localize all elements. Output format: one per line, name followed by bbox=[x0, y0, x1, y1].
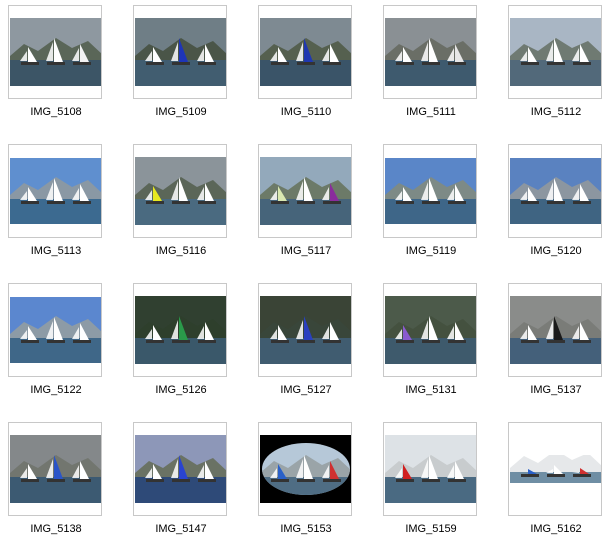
photo-thumbnail[interactable] bbox=[510, 296, 601, 364]
thumbnail-filename[interactable]: IMG_5153 bbox=[244, 523, 368, 535]
thumbnail-item[interactable]: IMG_5138 bbox=[4, 419, 124, 547]
thumbnail-frame[interactable] bbox=[8, 5, 102, 99]
thumbnail-filename[interactable]: IMG_5137 bbox=[494, 384, 613, 396]
thumbnail-item[interactable]: IMG_5162 bbox=[504, 419, 613, 547]
photo-thumbnail[interactable] bbox=[10, 435, 101, 503]
thumbnail-frame[interactable] bbox=[258, 422, 352, 516]
thumbnail-item[interactable]: IMG_5131 bbox=[379, 280, 499, 408]
photo-thumbnail[interactable] bbox=[260, 435, 351, 503]
photo-thumbnail[interactable] bbox=[260, 296, 351, 364]
thumbnail-frame[interactable] bbox=[8, 144, 102, 238]
thumbnail-item[interactable]: IMG_5120 bbox=[504, 141, 613, 269]
photo-thumbnail[interactable] bbox=[510, 18, 601, 86]
thumbnail-frame[interactable] bbox=[133, 5, 227, 99]
thumbnail-frame[interactable] bbox=[508, 283, 602, 377]
thumbnail-frame[interactable] bbox=[258, 144, 352, 238]
photo-thumbnail[interactable] bbox=[10, 158, 101, 224]
thumbnail-filename[interactable]: IMG_5138 bbox=[0, 523, 118, 535]
photo-thumbnail[interactable] bbox=[10, 18, 101, 86]
thumbnail-filename[interactable]: IMG_5147 bbox=[119, 523, 243, 535]
thumbnail-filename[interactable]: IMG_5119 bbox=[369, 245, 493, 257]
thumbnail-item[interactable]: IMG_5109 bbox=[129, 2, 249, 130]
thumbnail-item[interactable]: IMG_5137 bbox=[504, 280, 613, 408]
thumbnail-item[interactable]: IMG_5147 bbox=[129, 419, 249, 547]
photo-thumbnail[interactable] bbox=[385, 296, 476, 364]
thumbnail-filename[interactable]: IMG_5162 bbox=[494, 523, 613, 535]
photo-thumbnail[interactable] bbox=[385, 435, 476, 503]
photo-thumbnail[interactable] bbox=[510, 455, 601, 483]
thumbnail-filename[interactable]: IMG_5122 bbox=[0, 384, 118, 396]
thumbnail-frame[interactable] bbox=[133, 422, 227, 516]
photo-thumbnail[interactable] bbox=[135, 18, 226, 86]
thumbnail-frame[interactable] bbox=[258, 5, 352, 99]
thumbnail-frame[interactable] bbox=[508, 144, 602, 238]
thumbnail-item[interactable]: IMG_5111 bbox=[379, 2, 499, 130]
thumbnail-frame[interactable] bbox=[8, 283, 102, 377]
photo-thumbnail[interactable] bbox=[135, 157, 226, 225]
thumbnail-filename[interactable]: IMG_5117 bbox=[244, 245, 368, 257]
thumbnail-frame[interactable] bbox=[383, 283, 477, 377]
photo-thumbnail[interactable] bbox=[10, 297, 101, 363]
thumbnail-filename[interactable]: IMG_5108 bbox=[0, 106, 118, 118]
thumbnail-item[interactable]: IMG_5126 bbox=[129, 280, 249, 408]
thumbnail-item[interactable]: IMG_5117 bbox=[254, 141, 374, 269]
thumbnail-frame[interactable] bbox=[8, 422, 102, 516]
thumbnail-item[interactable]: IMG_5122 bbox=[4, 280, 124, 408]
thumbnail-item[interactable]: IMG_5110 bbox=[254, 2, 374, 130]
thumbnail-frame[interactable] bbox=[133, 144, 227, 238]
thumbnail-filename[interactable]: IMG_5113 bbox=[0, 245, 118, 257]
thumbnail-item[interactable]: IMG_5159 bbox=[379, 419, 499, 547]
thumbnail-grid: IMG_5108 IMG_5109 IMG_5110 IMG_5111 IMG_5112… bbox=[0, 0, 613, 545]
thumbnail-item[interactable]: IMG_5127 bbox=[254, 280, 374, 408]
thumbnail-frame[interactable] bbox=[133, 283, 227, 377]
thumbnail-frame[interactable] bbox=[508, 5, 602, 99]
thumbnail-filename[interactable]: IMG_5111 bbox=[369, 106, 493, 118]
thumbnail-frame[interactable] bbox=[383, 5, 477, 99]
thumbnail-item[interactable]: IMG_5153 bbox=[254, 419, 374, 547]
thumbnail-item[interactable]: IMG_5116 bbox=[129, 141, 249, 269]
thumbnail-frame[interactable] bbox=[508, 422, 602, 516]
photo-thumbnail[interactable] bbox=[385, 158, 476, 224]
thumbnail-frame[interactable] bbox=[383, 422, 477, 516]
photo-thumbnail[interactable] bbox=[260, 18, 351, 86]
thumbnail-item[interactable]: IMG_5119 bbox=[379, 141, 499, 269]
thumbnail-item[interactable]: IMG_5112 bbox=[504, 2, 613, 130]
thumbnail-item[interactable]: IMG_5113 bbox=[4, 141, 124, 269]
thumbnail-filename[interactable]: IMG_5120 bbox=[494, 245, 613, 257]
thumbnail-filename[interactable]: IMG_5112 bbox=[494, 106, 613, 118]
thumbnail-item[interactable]: IMG_5108 bbox=[4, 2, 124, 130]
thumbnail-filename[interactable]: IMG_5127 bbox=[244, 384, 368, 396]
photo-thumbnail[interactable] bbox=[260, 157, 351, 225]
photo-thumbnail[interactable] bbox=[385, 18, 476, 86]
thumbnail-filename[interactable]: IMG_5116 bbox=[119, 245, 243, 257]
photo-thumbnail[interactable] bbox=[135, 435, 226, 503]
thumbnail-filename[interactable]: IMG_5126 bbox=[119, 384, 243, 396]
thumbnail-frame[interactable] bbox=[383, 144, 477, 238]
thumbnail-filename[interactable]: IMG_5110 bbox=[244, 106, 368, 118]
photo-thumbnail[interactable] bbox=[510, 158, 601, 224]
photo-thumbnail[interactable] bbox=[135, 296, 226, 364]
thumbnail-filename[interactable]: IMG_5131 bbox=[369, 384, 493, 396]
thumbnail-filename[interactable]: IMG_5159 bbox=[369, 523, 493, 535]
thumbnail-filename[interactable]: IMG_5109 bbox=[119, 106, 243, 118]
thumbnail-frame[interactable] bbox=[258, 283, 352, 377]
